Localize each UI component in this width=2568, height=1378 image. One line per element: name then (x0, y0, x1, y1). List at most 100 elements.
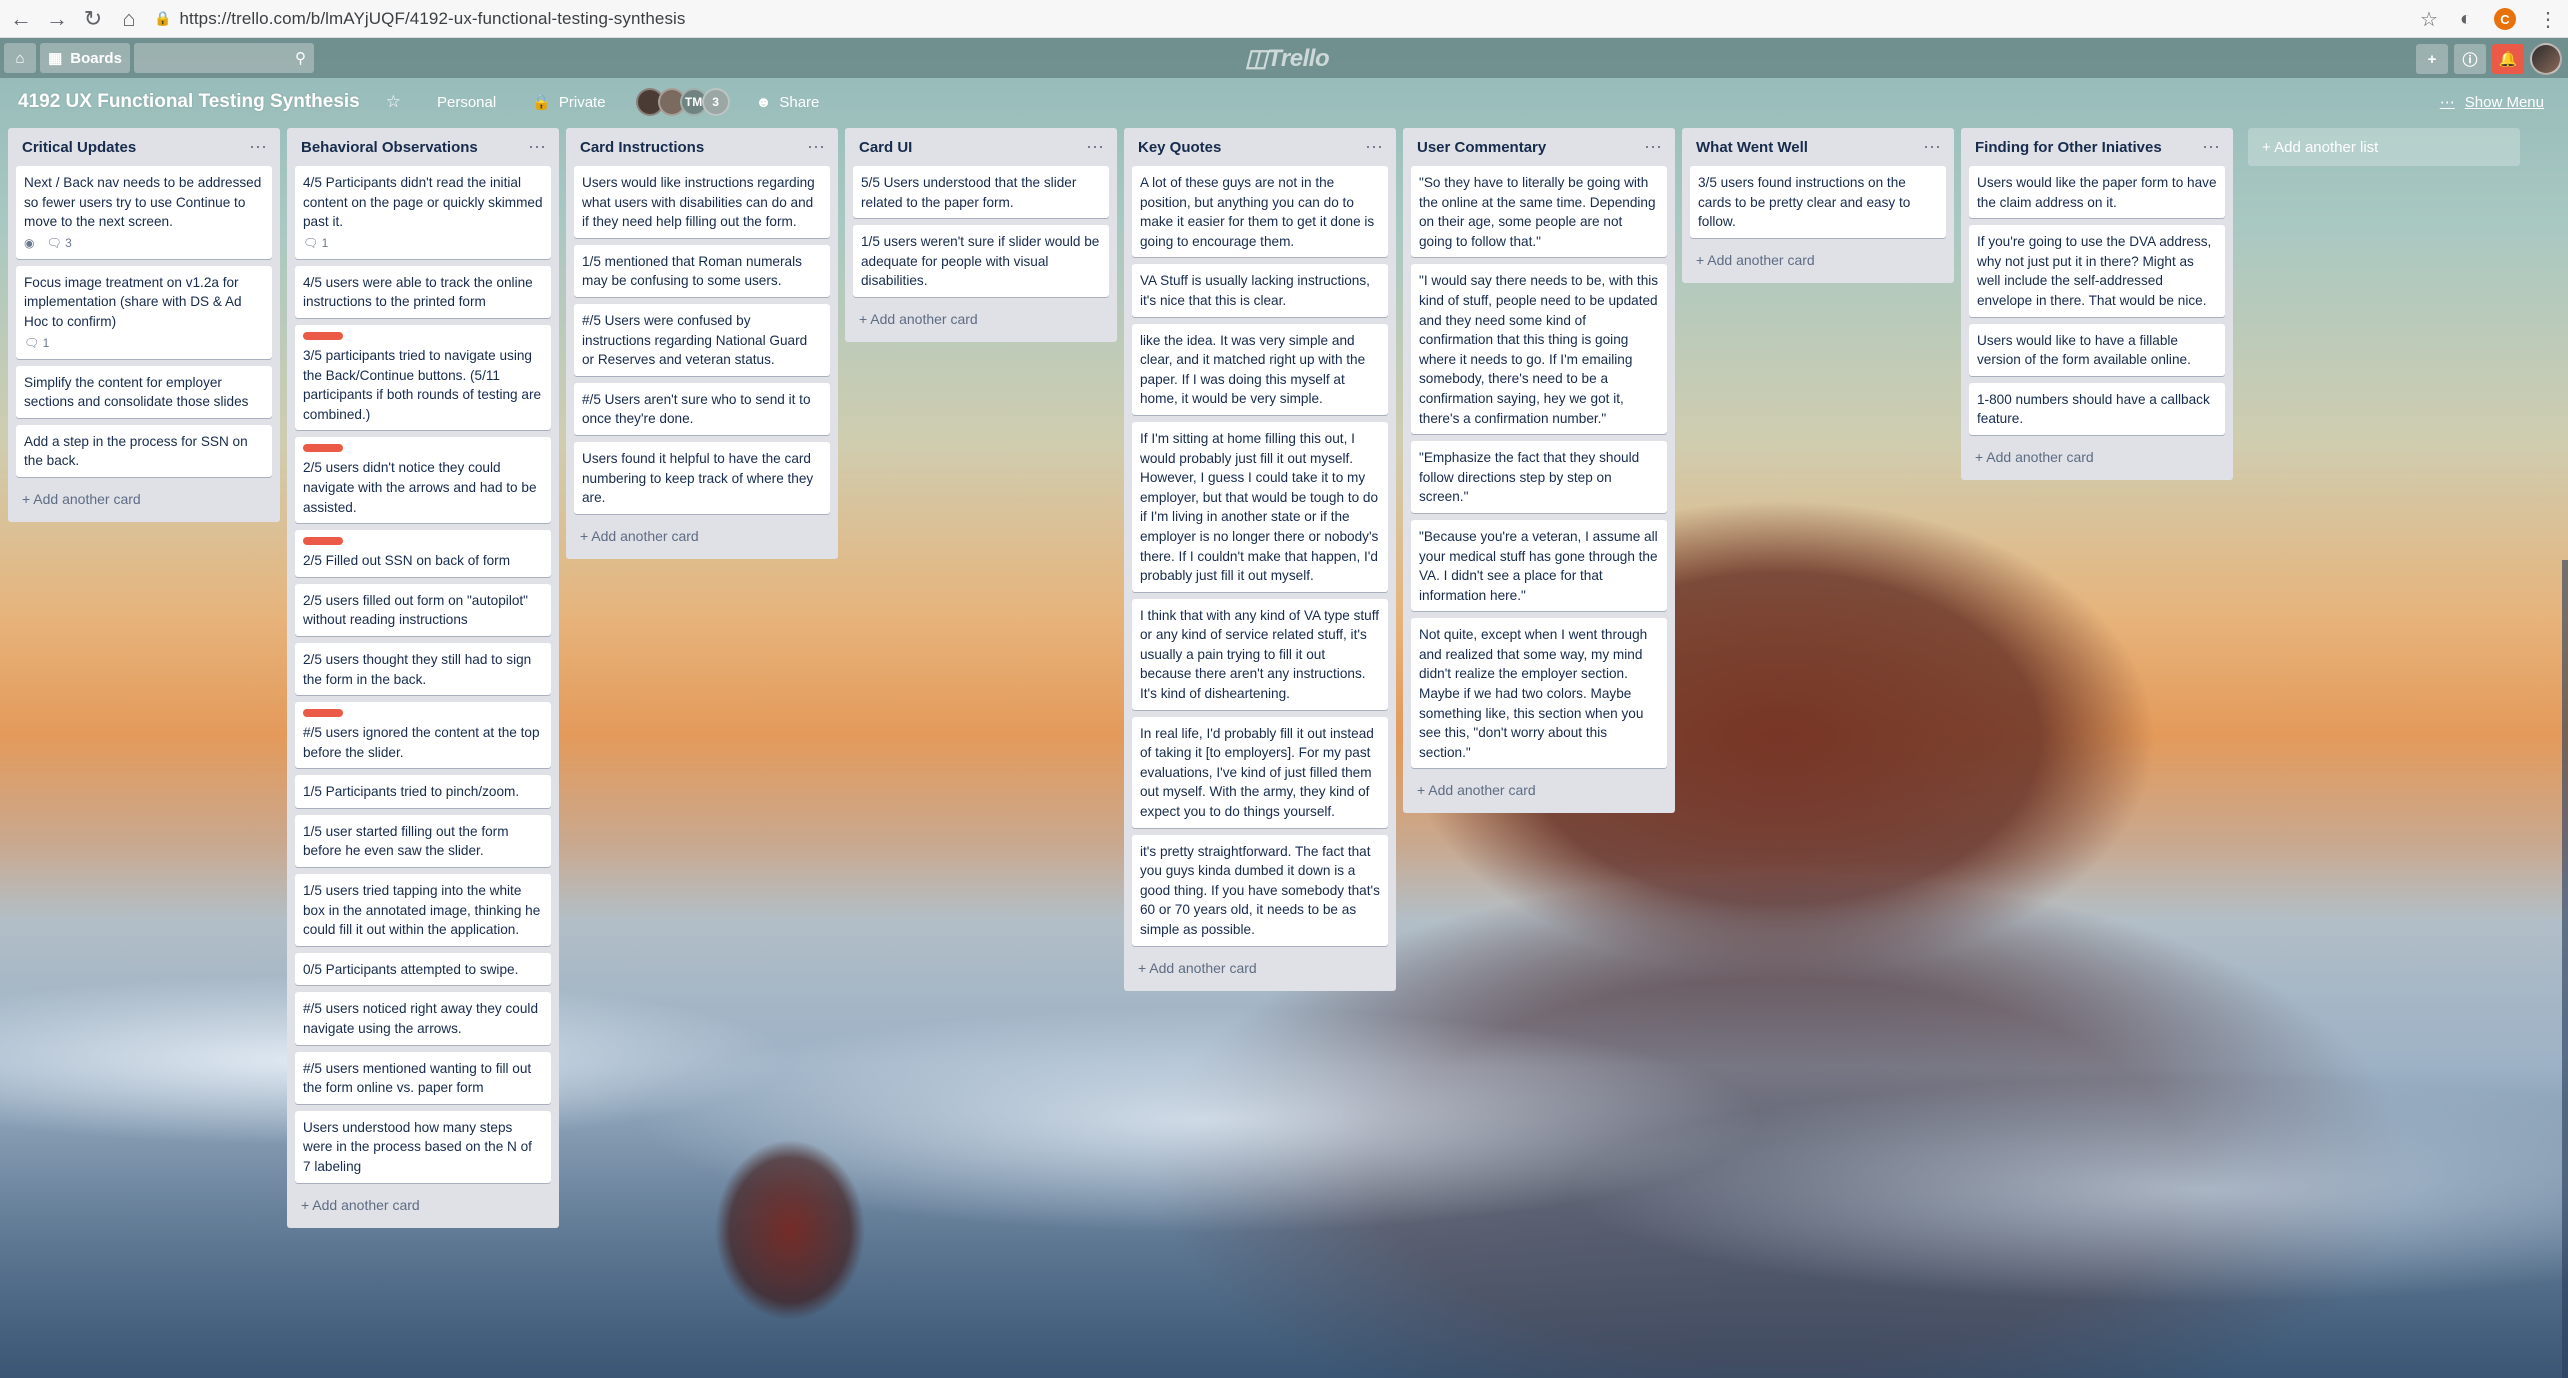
list-title[interactable]: Card UI (859, 139, 912, 156)
card[interactable]: 4/5 Participants didn't read the initial… (295, 166, 551, 259)
list[interactable]: User Commentary ⋯ "So they have to literal… (1403, 128, 1675, 814)
search-input[interactable]: ⚲ (134, 43, 314, 73)
star-board-button[interactable]: ☆ (376, 87, 411, 117)
list-menu-icon[interactable]: ⋯ (528, 137, 547, 158)
card[interactable]: #/5 users noticed right away they could … (295, 992, 551, 1045)
card[interactable]: 1-800 numbers should have a callback fea… (1969, 382, 2225, 435)
home-button[interactable]: ⌂ (4, 43, 36, 73)
card[interactable]: 2/5 users didn't notice they could navig… (295, 437, 551, 524)
card[interactable]: VA Stuff is usually lacking instructions… (1132, 264, 1388, 317)
card[interactable]: Users would like to have a fillable vers… (1969, 323, 2225, 376)
list[interactable]: Behavioral Observations ⋯ 4/5 Participants… (287, 128, 559, 1228)
list[interactable]: Key Quotes ⋯ A lot of these guys are not i… (1124, 128, 1396, 991)
card[interactable]: Add a step in the process for SSN on the… (16, 424, 272, 477)
card[interactable]: I think that with any kind of VA type st… (1132, 598, 1388, 710)
card[interactable]: 1/5 mentioned that Roman numerals may be… (574, 244, 830, 297)
card[interactable]: "So they have to literally be going with… (1411, 166, 1667, 258)
user-avatar[interactable] (2530, 43, 2562, 75)
card[interactable]: A lot of these guys are not in the posit… (1132, 166, 1388, 258)
create-button[interactable]: + (2416, 44, 2448, 74)
bookmark-star-icon[interactable]: ☆ (2420, 7, 2438, 32)
show-menu-button[interactable]: ⋯ Show Menu (2440, 93, 2544, 112)
card[interactable]: 1/5 users weren't sure if slider would b… (853, 225, 1109, 297)
card[interactable]: Not quite, except when I went through an… (1411, 618, 1667, 769)
card[interactable]: Users would like instructions regarding … (574, 166, 830, 238)
privacy-button[interactable]: 🔒 Private (522, 87, 615, 117)
add-card-button[interactable]: + Add another card (1969, 442, 2225, 472)
info-button[interactable]: ⓘ (2454, 44, 2486, 74)
card[interactable]: 1/5 Participants tried to pinch/zoom. (295, 775, 551, 808)
board-title[interactable]: 4192 UX Functional Testing Synthesis (18, 91, 360, 113)
card[interactable]: #/5 Users aren't sure who to send it to … (574, 382, 830, 435)
card[interactable]: #/5 users ignored the content at the top… (295, 702, 551, 769)
card[interactable]: Users understood how many steps were in … (295, 1110, 551, 1183)
list-title[interactable]: What Went Well (1696, 139, 1808, 156)
address-bar[interactable]: 🔒 https://trello.com/b/lmAYjUQF/4192-ux-… (154, 0, 686, 38)
list-title[interactable]: Critical Updates (22, 139, 136, 156)
card[interactable]: Users would like the paper form to have … (1969, 166, 2225, 219)
card[interactable]: Simplify the content for employer sectio… (16, 365, 272, 418)
card[interactable]: it's pretty straightforward. The fact th… (1132, 834, 1388, 946)
card[interactable]: 3/5 users found instructions on the card… (1690, 166, 1946, 238)
list[interactable]: Card Instructions ⋯ Users would like instr… (566, 128, 838, 559)
card-label[interactable] (303, 444, 343, 453)
card[interactable]: 5/5 Users understood that the slider rel… (853, 166, 1109, 219)
add-card-button[interactable]: + Add another card (853, 304, 1109, 334)
list[interactable]: Critical Updates ⋯ Next / Back nav needs t… (8, 128, 280, 522)
forward-icon[interactable]: → (42, 4, 72, 34)
team-visibility-button[interactable]: Personal (427, 87, 506, 117)
card[interactable]: #/5 Users were confused by instructions … (574, 303, 830, 376)
list[interactable]: What Went Well ⋯ 3/5 users found instructi… (1682, 128, 1954, 283)
list-menu-icon[interactable]: ⋯ (1365, 137, 1384, 158)
card[interactable]: If you're going to use the DVA address, … (1969, 225, 2225, 317)
board-members[interactable]: TM 3 (635, 88, 730, 116)
browser-menu-icon[interactable]: ⋮ (2538, 7, 2558, 32)
add-card-button[interactable]: + Add another card (16, 484, 272, 514)
card[interactable]: 3/5 participants tried to navigate using… (295, 324, 551, 431)
list-menu-icon[interactable]: ⋯ (249, 137, 268, 158)
list[interactable]: Finding for Other Iniatives ⋯ Users would … (1961, 128, 2233, 480)
card[interactable]: If I'm sitting at home filling this out,… (1132, 421, 1388, 592)
list-menu-icon[interactable]: ⋯ (807, 137, 826, 158)
list-menu-icon[interactable]: ⋯ (1086, 137, 1105, 158)
card[interactable]: 2/5 users filled out form on "autopilot"… (295, 583, 551, 636)
back-icon[interactable]: ← (6, 4, 36, 34)
home-icon[interactable]: ⌂ (114, 4, 144, 34)
card[interactable]: "Emphasize the fact that they should fol… (1411, 441, 1667, 513)
card[interactable]: Users found it helpful to have the card … (574, 441, 830, 514)
card-label[interactable] (303, 331, 343, 340)
add-card-button[interactable]: + Add another card (1411, 775, 1667, 805)
list-title[interactable]: User Commentary (1417, 139, 1546, 156)
card[interactable]: 1/5 user started filling out the form be… (295, 814, 551, 868)
list-menu-icon[interactable]: ⋯ (1923, 137, 1942, 158)
card-label[interactable] (303, 537, 343, 546)
card-label[interactable] (303, 709, 343, 718)
card[interactable]: 1/5 users tried tapping into the white b… (295, 874, 551, 946)
add-card-button[interactable]: + Add another card (574, 521, 830, 551)
add-card-button[interactable]: + Add another card (295, 1190, 551, 1220)
share-button[interactable]: ☻ Share (746, 87, 830, 117)
card[interactable]: In real life, I'd probably fill it out i… (1132, 716, 1388, 828)
scrollbar[interactable] (2562, 560, 2568, 1378)
member-count-badge[interactable]: 3 (701, 88, 730, 116)
trello-logo[interactable]: ◫Trello (1245, 44, 1330, 73)
notifications-button[interactable]: 🔔 (2492, 44, 2524, 74)
profile-avatar[interactable]: C (2494, 8, 2516, 30)
card[interactable]: 4/5 users were able to track the online … (295, 265, 551, 318)
list-title[interactable]: Key Quotes (1138, 139, 1221, 156)
list-title[interactable]: Behavioral Observations (301, 139, 478, 156)
card[interactable]: Focus image treatment on v1.2a for imple… (16, 265, 272, 359)
card[interactable]: #/5 users mentioned wanting to fill out … (295, 1051, 551, 1104)
card[interactable]: Next / Back nav needs to be addressed so… (16, 166, 272, 259)
extension-icon[interactable]: ◐ (2460, 8, 2472, 31)
add-card-button[interactable]: + Add another card (1690, 245, 1946, 275)
list-menu-icon[interactable]: ⋯ (1644, 137, 1663, 158)
card[interactable]: 2/5 users thought they still had to sign… (295, 642, 551, 696)
card[interactable]: "Because you're a veteran, I assume all … (1411, 519, 1667, 612)
card[interactable]: 0/5 Participants attempted to swipe. (295, 952, 551, 986)
boards-button[interactable]: ▦ Boards (40, 43, 130, 73)
add-list-button[interactable]: + Add another list (2248, 128, 2520, 166)
reload-icon[interactable]: ↻ (78, 4, 108, 34)
card[interactable]: like the idea. It was very simple and cl… (1132, 323, 1388, 415)
card[interactable]: 2/5 Filled out SSN on back of form (295, 530, 551, 577)
